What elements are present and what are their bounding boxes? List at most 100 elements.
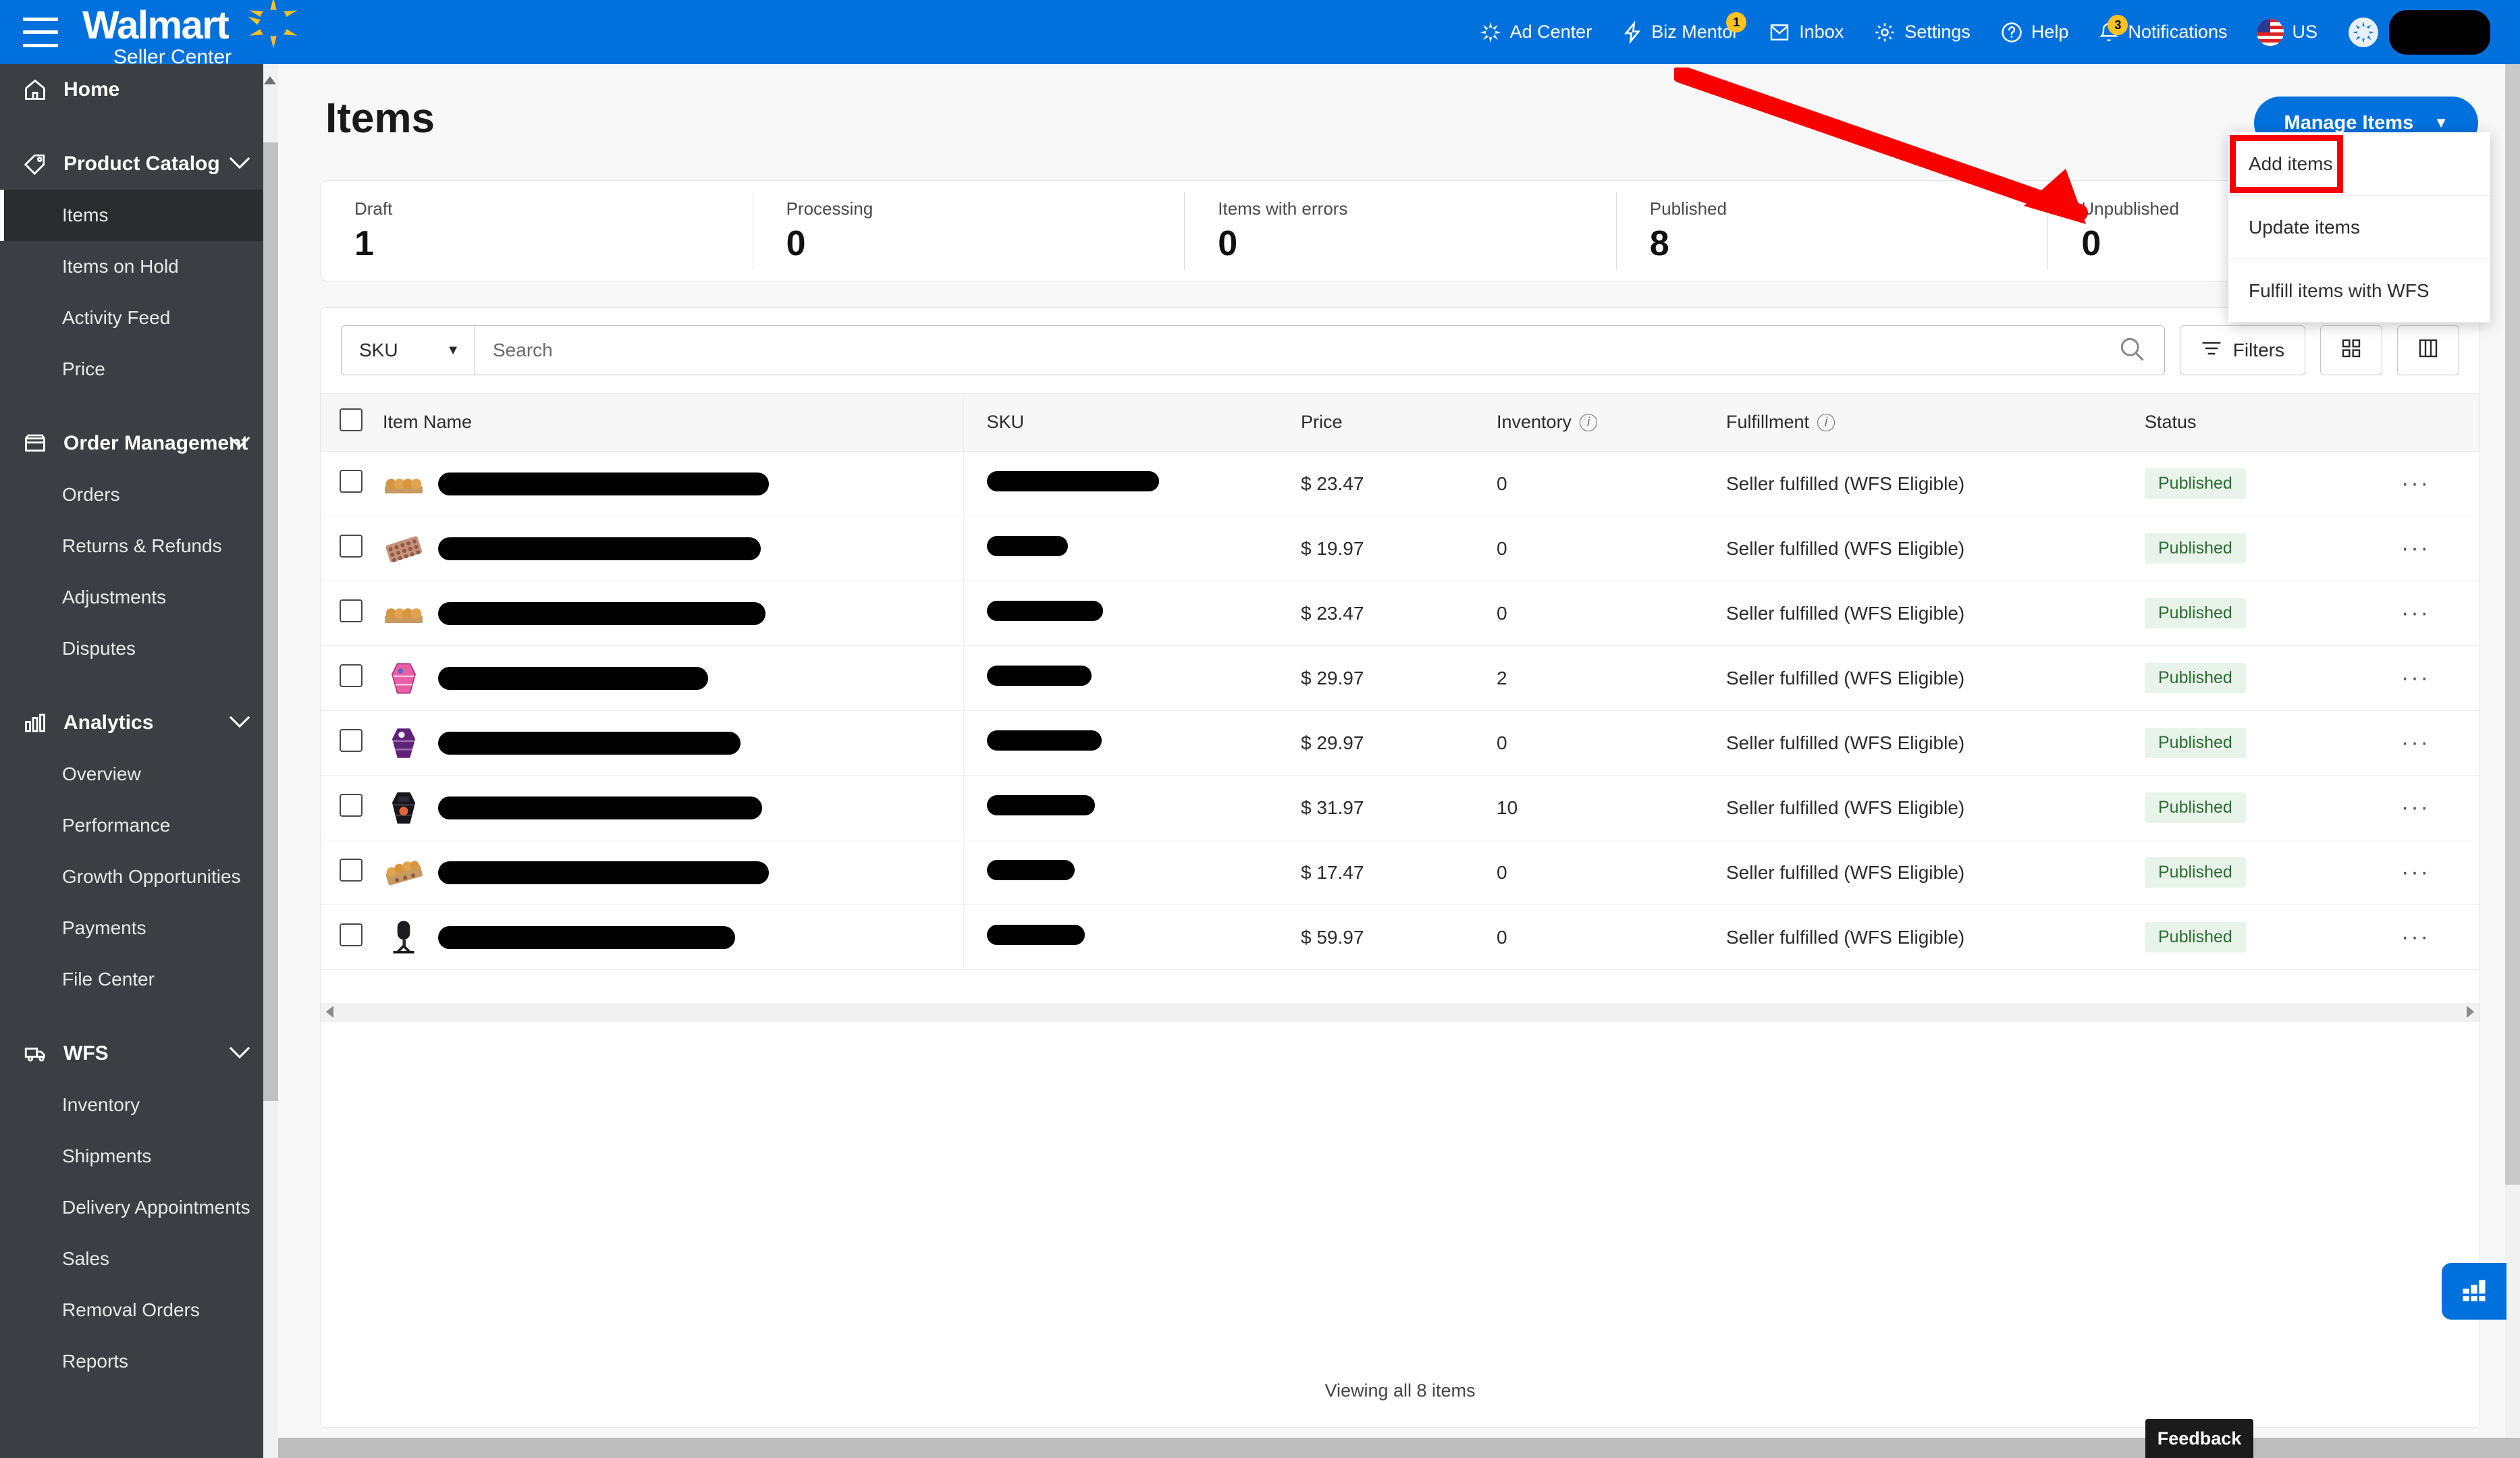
info-icon[interactable]: i [1817,413,1835,431]
sidebar-item-performance[interactable]: Performance [0,800,278,851]
ellipsis-icon[interactable]: ··· [2401,535,2430,561]
sidebar-item-inventory[interactable]: Inventory [0,1079,278,1131]
column-inventory[interactable]: Inventory i [1497,393,1726,452]
column-item-name[interactable]: Item Name [383,393,963,452]
row-checkbox[interactable] [340,535,363,558]
row-checkbox[interactable] [340,729,363,752]
scroll-up-arrow-icon[interactable] [264,76,276,84]
filters-button[interactable]: Filters [2179,325,2305,375]
page-horizontal-scrollbar[interactable] [0,1438,2520,1458]
column-settings-button[interactable] [2397,325,2459,375]
account-menu[interactable] [2332,0,2505,64]
sidebar-item-items[interactable]: Items [0,190,278,241]
sidebar-group-analytics[interactable]: Analytics [0,697,278,749]
ellipsis-icon[interactable]: ··· [2401,665,2430,691]
row-checkbox[interactable] [340,664,363,687]
sidebar-item-price[interactable]: Price [0,344,278,395]
chevron-down-icon[interactable] [228,432,251,455]
search-box[interactable] [475,325,2165,375]
item-name-cell[interactable] [383,905,963,970]
scroll-left-arrow-icon[interactable] [326,1006,333,1018]
dropdown-item-fulfill-items-with-wfs[interactable]: Fulfill items with WFS [2228,259,2490,323]
sidebar-item-file-center[interactable]: File Center [0,954,278,1005]
info-icon[interactable]: i [1580,413,1598,431]
table-row[interactable]: $ 23.47 0 Seller fulfilled (WFS Eligible) P… [321,451,2479,516]
table-horizontal-scrollbar[interactable] [321,1003,2479,1022]
stat-draft[interactable]: Draft 1 [321,181,753,281]
table-row[interactable]: $ 59.97 0 Seller fulfilled (WFS Eligible) P… [321,905,2479,970]
ellipsis-icon[interactable]: ··· [2401,470,2430,496]
search-icon[interactable] [2117,334,2147,367]
nav-biz-mentor[interactable]: Biz Mentor 1 [1607,0,1753,64]
sidebar-group-product-catalog[interactable]: Product Catalog [0,138,278,190]
stat-processing[interactable]: Processing 0 [752,181,1185,281]
sidebar-item-activity-feed[interactable]: Activity Feed [0,292,278,344]
sidebar-item-removal-orders[interactable]: Removal Orders [0,1285,278,1336]
sidebar-item-home[interactable]: Home [0,64,278,115]
walmart-seller-center-logo[interactable]: Walmart Seller Center [82,0,298,68]
sidebar-item-disputes[interactable]: Disputes [0,623,278,674]
nav-help[interactable]: Help [1985,0,2084,64]
sidebar-item-payments[interactable]: Payments [0,902,278,954]
page-vertical-scrollbar-thumb[interactable] [2505,64,2520,1185]
sidebar-item-sales[interactable]: Sales [0,1233,278,1285]
sidebar-item-delivery-appointments[interactable]: Delivery Appointments [0,1182,278,1233]
dropdown-item-update-items[interactable]: Update items [2228,196,2490,259]
row-checkbox[interactable] [340,923,363,946]
ellipsis-icon[interactable]: ··· [2401,859,2430,885]
column-fulfillment[interactable]: Fulfillment i [1726,393,2145,452]
item-name-cell[interactable] [383,710,963,776]
hamburger-menu-icon[interactable] [23,17,58,47]
ellipsis-icon[interactable]: ··· [2401,794,2430,820]
sidebar-item-shipments[interactable]: Shipments [0,1131,278,1182]
sidebar-item-orders[interactable]: Orders [0,469,278,520]
sidebar-item-reports[interactable]: Reports [0,1336,278,1387]
sidebar-item-growth-opportunities[interactable]: Growth Opportunities [0,851,278,902]
table-row[interactable]: $ 31.97 10 Seller fulfilled (WFS Eligible)… [321,775,2479,840]
item-name-cell[interactable] [383,645,963,711]
stat-published[interactable]: Published 8 [1615,181,2048,281]
sidebar-scrollbar[interactable] [263,64,278,1458]
dropdown-item-add-items[interactable]: Add items [2228,132,2490,196]
chevron-down-icon[interactable] [228,1042,251,1065]
table-row[interactable]: $ 29.97 2 Seller fulfilled (WFS Eligible) P… [321,645,2479,711]
column-sku[interactable]: SKU [963,393,1301,452]
item-name-cell[interactable] [383,840,963,905]
nav-notifications[interactable]: 3 Notifications [2083,0,2242,64]
table-row[interactable]: $ 19.97 0 Seller fulfilled (WFS Eligible) P… [321,516,2479,581]
chevron-down-icon[interactable] [228,711,251,734]
nav-locale[interactable]: US [2242,0,2332,64]
sidebar-group-wfs[interactable]: WFS [0,1028,278,1079]
item-name-cell[interactable] [383,775,963,840]
search-field-select[interactable]: SKU ▼ [341,325,475,375]
item-name-cell[interactable] [383,516,963,581]
column-price[interactable]: Price [1301,393,1497,452]
nav-inbox[interactable]: Inbox [1753,0,1858,64]
sidebar-item-adjustments[interactable]: Adjustments [0,572,278,623]
ellipsis-icon[interactable]: ··· [2401,730,2430,755]
nav-settings[interactable]: Settings [1858,0,1985,64]
item-name-cell[interactable] [383,451,963,516]
sidebar-item-overview[interactable]: Overview [0,749,278,800]
analytics-fab-button[interactable] [2442,1263,2506,1320]
nav-ad-center[interactable]: Ad Center [1464,0,1607,64]
page-vertical-scrollbar[interactable] [2505,64,2520,1458]
scroll-right-arrow-icon[interactable] [2467,1006,2474,1018]
feedback-button[interactable]: Feedback [2145,1419,2253,1458]
row-checkbox[interactable] [340,794,363,817]
ellipsis-icon[interactable]: ··· [2401,924,2430,950]
row-checkbox[interactable] [340,859,363,882]
sidebar-group-order-management[interactable]: Order Management [0,418,278,469]
row-checkbox[interactable] [340,599,363,622]
grid-view-button[interactable] [2320,325,2382,375]
table-row[interactable]: $ 17.47 0 Seller fulfilled (WFS Eligible) P… [321,840,2479,905]
sidebar-item-items-on-hold[interactable]: Items on Hold [0,241,278,292]
table-row[interactable]: $ 29.97 0 Seller fulfilled (WFS Eligible) P… [321,710,2479,776]
ellipsis-icon[interactable]: ··· [2401,600,2430,626]
item-name-cell[interactable] [383,580,963,646]
select-all-checkbox[interactable] [340,408,363,431]
sidebar-scrollbar-thumb[interactable] [263,142,278,1101]
column-status[interactable]: Status [2145,393,2401,452]
sidebar-item-returns-refunds[interactable]: Returns & Refunds [0,520,278,572]
table-row[interactable]: $ 23.47 0 Seller fulfilled (WFS Eligible) P… [321,580,2479,646]
